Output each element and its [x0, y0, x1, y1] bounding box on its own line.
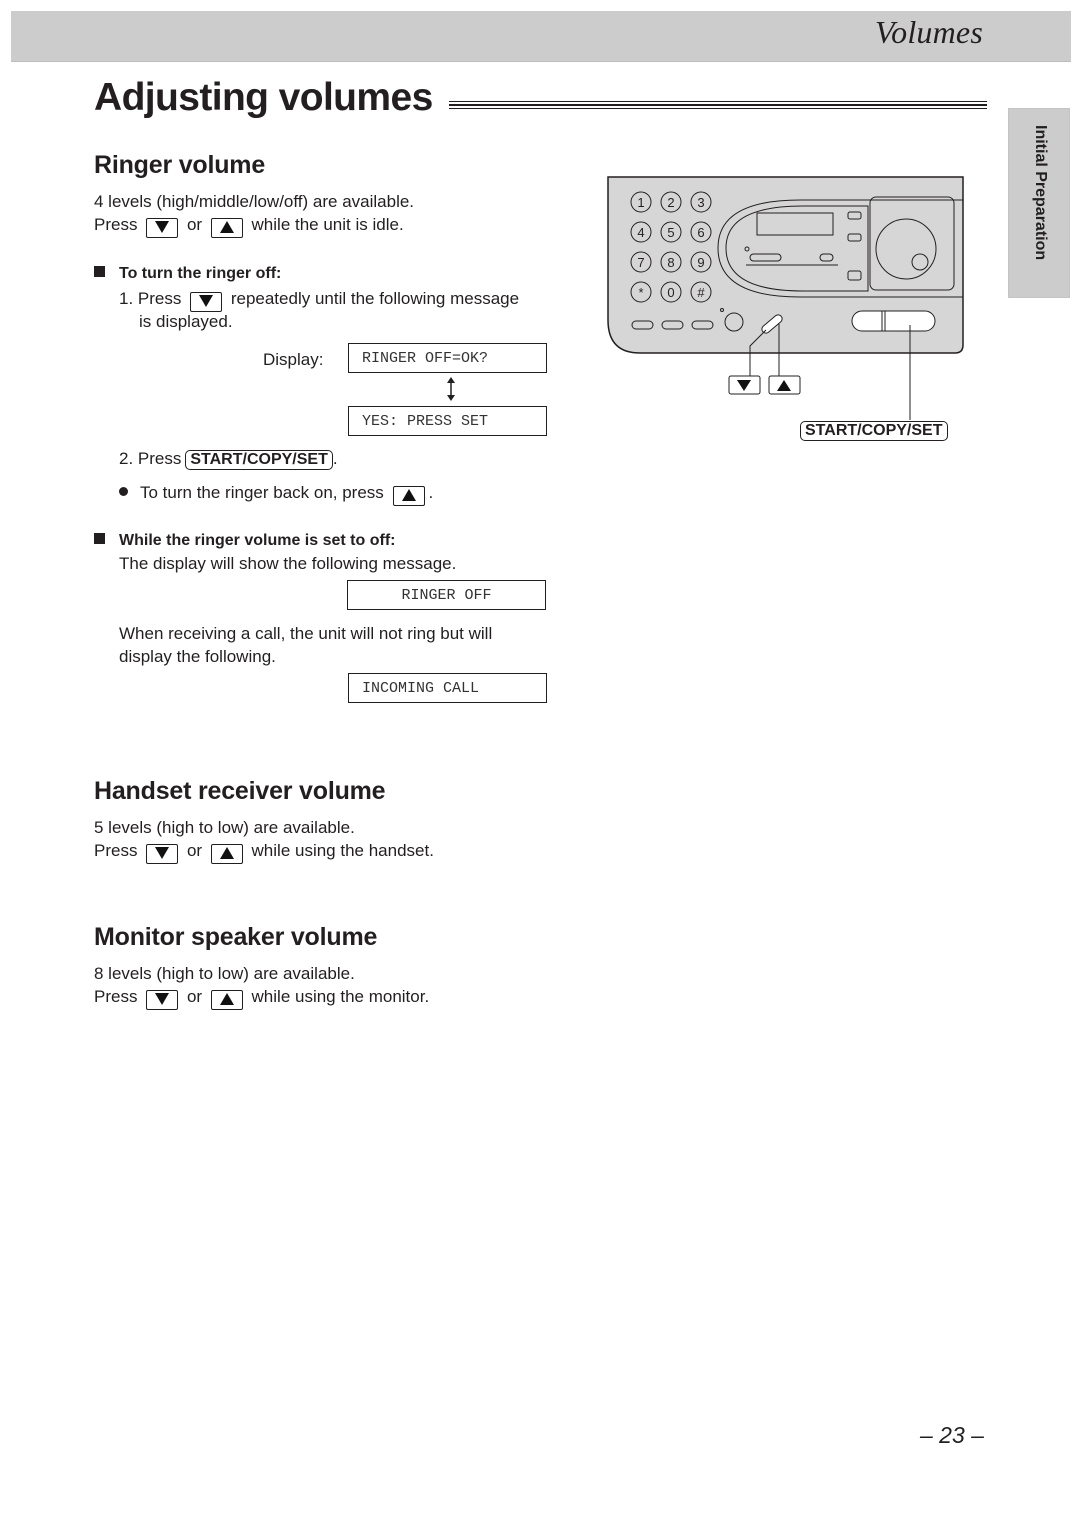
step1-prefix: 1. Press [119, 289, 182, 308]
while-off-text2a: When receiving a call, the unit will not… [119, 624, 493, 643]
step2-suffix: . [332, 449, 338, 468]
while-off-text2b: display the following. [119, 647, 276, 666]
back-on-line: To turn the ringer back on, press . [119, 481, 433, 506]
press-label: Press [94, 987, 138, 1006]
handset-levels: 5 levels (high to low) are available. [94, 818, 355, 837]
ringer-heading: Ringer volume [94, 151, 266, 179]
keypad-key-label: 1 [637, 195, 644, 210]
side-tab-label: Initial Preparation [1032, 125, 1049, 261]
step2-line: 2. Press START/COPY/SET. [119, 447, 338, 470]
down-key-icon [146, 990, 179, 1010]
toggle-arrow-icon [447, 377, 455, 401]
or-label: or [186, 987, 203, 1006]
down-key-icon [146, 844, 179, 864]
display-label: Display: [263, 350, 324, 369]
page-number: – 23 – [920, 1422, 984, 1448]
keypad-key-label: 2 [667, 195, 674, 210]
step1-suffix: repeatedly until the following message [230, 289, 520, 308]
section-title: Volumes [874, 14, 983, 50]
monitor-levels: 8 levels (high to low) are available. [94, 964, 355, 983]
while-off-text1: The display will show the following mess… [119, 554, 457, 573]
lcd-incoming-call: INCOMING CALL [348, 673, 547, 703]
fax-panel-diagram: 1 2 3 4 5 6 7 8 9 * 0 # [607, 176, 964, 420]
up-key-icon [210, 990, 243, 1010]
monitor-heading: Monitor speaker volume [94, 923, 378, 951]
step1-cont: is displayed. [139, 312, 233, 331]
turn-off-heading: To turn the ringer off: [94, 262, 281, 285]
keypad-key-label: 3 [697, 195, 704, 210]
lcd-yes-press-set: YES: PRESS SET [348, 406, 547, 436]
handset-heading: Handset receiver volume [94, 777, 386, 805]
title-rule [449, 101, 987, 113]
or-label: or [186, 841, 203, 860]
square-bullet-icon [94, 533, 105, 544]
up-key-icon [210, 218, 243, 238]
press-suffix: while using the handset. [251, 841, 434, 860]
step2-prefix: 2. Press [119, 449, 182, 468]
start-copy-set-key: START/COPY/SET [185, 450, 333, 470]
keypad-key-label: * [638, 285, 643, 300]
start-copy-set-label: START/COPY/SET [800, 421, 948, 441]
handset-press-line: Press or while using the handset. [94, 839, 434, 864]
keypad-key-label: # [697, 285, 705, 300]
up-key-icon [210, 844, 243, 864]
ringer-levels: 4 levels (high/middle/low/off) are avail… [94, 192, 415, 211]
ringer-press-line: Press or while the unit is idle. [94, 213, 404, 238]
side-tab: Initial Preparation [1008, 108, 1070, 298]
press-suffix: while using the monitor. [251, 987, 430, 1006]
keypad-key-label: 4 [637, 225, 644, 240]
press-label: Press [94, 215, 138, 234]
down-key-icon [190, 292, 223, 312]
step1-line: 1. Press repeatedly until the following … [119, 287, 519, 312]
keypad-key-label: 0 [667, 285, 674, 300]
press-suffix: while the unit is idle. [251, 215, 404, 234]
or-label: or [186, 215, 203, 234]
while-off-heading-text: While the ringer volume is set to off: [119, 532, 396, 549]
keypad-key-label: 5 [667, 225, 674, 240]
turn-off-heading-text: To turn the ringer off: [119, 265, 282, 282]
page-title: Adjusting volumes [94, 76, 433, 119]
square-bullet-icon [94, 266, 105, 277]
keypad-key-label: 8 [667, 255, 674, 270]
keypad-key-label: 6 [697, 225, 704, 240]
back-on-suffix: . [428, 483, 434, 502]
lcd-ringer-off: RINGER OFF [347, 580, 546, 610]
while-off-heading: While the ringer volume is set to off: [94, 529, 395, 552]
keypad-key-label: 7 [637, 255, 644, 270]
keypad-key-label: 9 [697, 255, 704, 270]
lcd-ringer-off-ok: RINGER OFF=OK? [348, 343, 547, 373]
back-on-text: To turn the ringer back on, press [140, 483, 384, 502]
press-label: Press [94, 841, 138, 860]
bullet-icon [119, 487, 128, 496]
down-key-icon [146, 218, 179, 238]
monitor-press-line: Press or while using the monitor. [94, 985, 429, 1010]
up-key-icon [392, 486, 425, 506]
